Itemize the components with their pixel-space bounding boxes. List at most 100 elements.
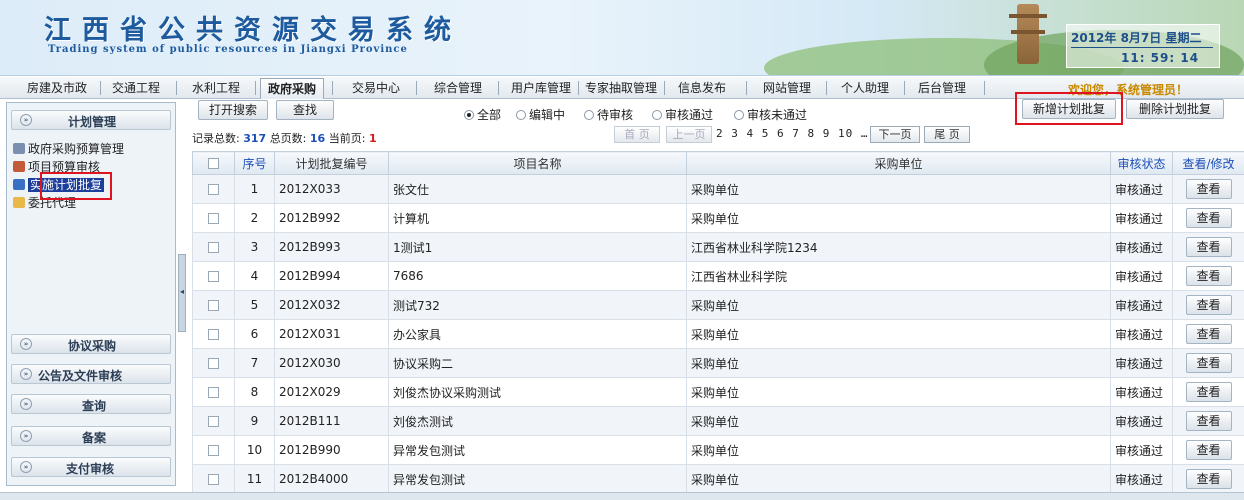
table-row: 5 2012X032 测试732 采购单位 审核通过 查看 bbox=[192, 290, 1244, 320]
first-page-button[interactable]: 首 页 bbox=[614, 126, 660, 143]
accordion-notice-review[interactable]: » 公告及文件审核 bbox=[11, 364, 171, 384]
row-checkbox[interactable] bbox=[208, 387, 219, 398]
cell-status: 审核通过 bbox=[1110, 232, 1173, 262]
nav-item-gov-procurement[interactable]: 政府采购 bbox=[260, 78, 324, 99]
select-all-cell[interactable] bbox=[192, 151, 235, 175]
row-checkbox[interactable] bbox=[208, 242, 219, 253]
table-row: 6 2012X031 办公家具 采购单位 审核通过 查看 bbox=[192, 319, 1244, 349]
row-checkbox[interactable] bbox=[208, 271, 219, 282]
row-checkbox[interactable] bbox=[208, 416, 219, 427]
plan-approval-table: 序号 计划批复编号 项目名称 采购单位 审核状态 查看/修改 1 2012X033… bbox=[192, 151, 1244, 494]
table-row: 9 2012B111 刘俊杰测试 采购单位 审核通过 查看 bbox=[192, 406, 1244, 436]
cell-name: 刘俊杰协议采购测试 bbox=[388, 377, 687, 407]
row-checkbox[interactable] bbox=[208, 329, 219, 340]
row-select-cell[interactable] bbox=[192, 319, 235, 349]
nav-item-general[interactable]: 综合管理 bbox=[426, 80, 490, 97]
row-select-cell[interactable] bbox=[192, 203, 235, 233]
sidebar-collapse-handle[interactable]: ◂ bbox=[178, 254, 186, 332]
nav-item-water[interactable]: 水利工程 bbox=[184, 80, 248, 97]
view-button[interactable]: 查看 bbox=[1185, 382, 1232, 402]
delete-plan-approval-button[interactable]: 删除计划批复 bbox=[1126, 99, 1224, 119]
nav-item-personal[interactable]: 个人助理 bbox=[830, 80, 900, 97]
row-select-cell[interactable] bbox=[192, 290, 235, 320]
row-checkbox[interactable] bbox=[208, 184, 219, 195]
row-select-cell[interactable] bbox=[192, 348, 235, 378]
sidebar-item-budget-review[interactable]: 项目预算审核 bbox=[13, 158, 100, 174]
view-button[interactable]: 查看 bbox=[1185, 440, 1232, 460]
accordion-plan-management[interactable]: » 计划管理 bbox=[11, 110, 171, 130]
cell-action: 查看 bbox=[1172, 290, 1244, 320]
cell-code: 2012B111 bbox=[274, 406, 389, 436]
last-page-button[interactable]: 尾 页 bbox=[924, 126, 970, 143]
row-select-cell[interactable] bbox=[192, 464, 235, 494]
view-button[interactable]: 查看 bbox=[1185, 179, 1232, 199]
col-header-status: 审核状态 bbox=[1110, 151, 1173, 175]
nav-item-website[interactable]: 网站管理 bbox=[752, 80, 822, 97]
cell-unit: 采购单位 bbox=[686, 319, 1111, 349]
cell-action: 查看 bbox=[1172, 174, 1244, 204]
row-checkbox[interactable] bbox=[208, 474, 219, 485]
view-button[interactable]: 查看 bbox=[1185, 266, 1232, 286]
sidebar-item-budget[interactable]: 政府采购预算管理 bbox=[13, 140, 124, 156]
accordion-payment[interactable]: » 支付审核 bbox=[11, 457, 171, 477]
user-icon bbox=[13, 161, 25, 172]
radio-pending[interactable]: 待审核 bbox=[584, 106, 633, 123]
view-button[interactable]: 查看 bbox=[1185, 208, 1232, 228]
cell-action: 查看 bbox=[1172, 377, 1244, 407]
view-button[interactable]: 查看 bbox=[1185, 295, 1232, 315]
date-text: 2012年 8月7日 星期二 bbox=[1071, 31, 1202, 45]
next-page-button[interactable]: 下一页 bbox=[870, 126, 920, 143]
col-header-action: 查看/修改 bbox=[1172, 151, 1244, 175]
cell-status: 审核通过 bbox=[1110, 464, 1173, 494]
select-all-checkbox[interactable] bbox=[208, 158, 219, 169]
accordion-label: 备案 bbox=[82, 431, 107, 445]
row-select-cell[interactable] bbox=[192, 406, 235, 436]
radio-approved[interactable]: 审核通过 bbox=[652, 106, 713, 123]
nav-item-construction[interactable]: 房建及市政 bbox=[22, 80, 92, 97]
row-select-cell[interactable] bbox=[192, 232, 235, 262]
cell-no: 2 bbox=[234, 203, 275, 233]
row-select-cell[interactable] bbox=[192, 435, 235, 465]
row-select-cell[interactable] bbox=[192, 174, 235, 204]
nav-item-expert[interactable]: 专家抽取管理 bbox=[582, 80, 660, 97]
row-checkbox[interactable] bbox=[208, 445, 219, 456]
radio-editing[interactable]: 编辑中 bbox=[516, 106, 565, 123]
cell-action: 查看 bbox=[1172, 203, 1244, 233]
radio-all[interactable]: 全部 bbox=[464, 106, 501, 123]
view-button[interactable]: 查看 bbox=[1185, 411, 1232, 431]
table-header-row: 序号 计划批复编号 项目名称 采购单位 审核状态 查看/修改 bbox=[192, 151, 1244, 175]
radio-rejected[interactable]: 审核未通过 bbox=[734, 106, 807, 123]
row-select-cell[interactable] bbox=[192, 261, 235, 291]
datetime-box: 2012年 8月7日 星期二 11: 59: 14 bbox=[1066, 24, 1220, 68]
view-button[interactable]: 查看 bbox=[1185, 237, 1232, 257]
row-select-cell[interactable] bbox=[192, 377, 235, 407]
chevron-icon: » bbox=[20, 398, 32, 410]
row-checkbox[interactable] bbox=[208, 300, 219, 311]
col-header-no: 序号 bbox=[234, 151, 275, 175]
row-checkbox[interactable] bbox=[208, 213, 219, 224]
accordion-query[interactable]: » 查询 bbox=[11, 394, 171, 414]
view-button[interactable]: 查看 bbox=[1185, 469, 1232, 489]
cell-code: 2012X029 bbox=[274, 377, 389, 407]
search-button[interactable]: 查找 bbox=[276, 100, 334, 120]
view-button[interactable]: 查看 bbox=[1185, 324, 1232, 344]
view-button[interactable]: 查看 bbox=[1185, 353, 1232, 373]
prev-page-button[interactable]: 上一页 bbox=[666, 126, 712, 143]
nav-item-traffic[interactable]: 交通工程 bbox=[104, 80, 168, 97]
chevron-icon: » bbox=[20, 430, 32, 442]
cell-unit: 采购单位 bbox=[686, 406, 1111, 436]
nav-item-info[interactable]: 信息发布 bbox=[672, 80, 732, 97]
row-checkbox[interactable] bbox=[208, 358, 219, 369]
accordion-label: 协议采购 bbox=[68, 339, 117, 353]
cell-name: 异常发包测试 bbox=[388, 464, 687, 494]
accordion-filing[interactable]: » 备案 bbox=[11, 426, 171, 446]
nav-item-backend[interactable]: 后台管理 bbox=[910, 80, 974, 97]
nav-item-user-db[interactable]: 用户库管理 bbox=[506, 80, 576, 97]
page-numbers[interactable]: 2 3 4 5 6 7 8 9 10 … bbox=[716, 127, 868, 140]
folder-icon bbox=[13, 197, 25, 208]
nav-item-trade-center[interactable]: 交易中心 bbox=[344, 80, 408, 97]
col-header-name: 项目名称 bbox=[388, 151, 687, 175]
open-search-button[interactable]: 打开搜索 bbox=[198, 100, 268, 120]
accordion-agreement[interactable]: » 协议采购 bbox=[11, 334, 171, 354]
cell-code: 2012X033 bbox=[274, 174, 389, 204]
